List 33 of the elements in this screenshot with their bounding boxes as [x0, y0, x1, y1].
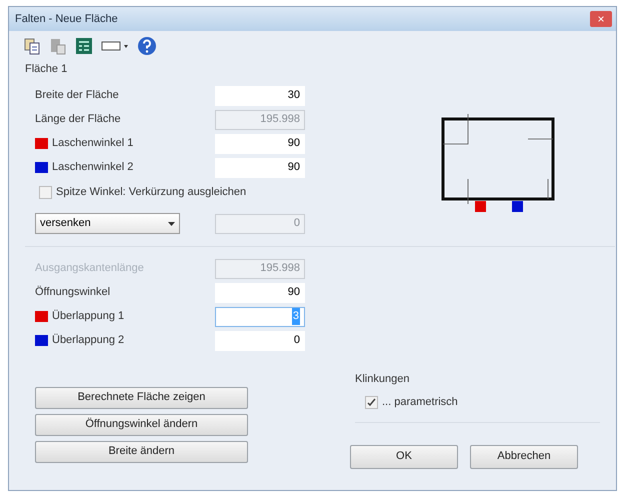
field-label: Überlappung 2: [52, 332, 124, 348]
group-title: Klinkungen: [355, 373, 410, 385]
checkbox-label: Spitze Winkel: Verkürzung ausgleichen: [56, 185, 246, 200]
copy-icon[interactable]: [23, 37, 41, 55]
help-icon[interactable]: [137, 36, 157, 56]
window-title: Falten - Neue Fläche: [15, 12, 118, 27]
number-field[interactable]: 90: [215, 282, 305, 302]
number-field[interactable]: 30: [215, 86, 305, 106]
check-icon: [367, 398, 376, 407]
dialog-button[interactable]: Abbrechen: [470, 444, 578, 468]
dialog-button[interactable]: OK: [350, 444, 458, 468]
field-label: Breite der Fläche: [35, 88, 119, 104]
checkbox[interactable]: [39, 186, 52, 199]
checkbox-label: ... parametrisch: [382, 395, 458, 410]
field-label: Öffnungswinkel: [35, 284, 110, 300]
number-field[interactable]: 90: [215, 158, 305, 178]
frame-dropdown-icon[interactable]: [101, 39, 129, 53]
caret-icon: [168, 222, 175, 226]
section-title: Fläche 1: [25, 62, 68, 77]
action-button[interactable]: Öffnungswinkel ändern: [35, 414, 248, 436]
calculator-icon[interactable]: [75, 37, 93, 55]
mode-dropdown[interactable]: versenken: [35, 213, 180, 234]
action-button[interactable]: Breite ändern: [35, 440, 248, 462]
field-label: Länge der Fläche: [35, 112, 121, 128]
field-label: Laschenwinkel 2: [52, 160, 134, 176]
number-field[interactable]: 90: [215, 134, 305, 154]
field-label: Ausgangskantenlänge: [35, 261, 144, 276]
number-field[interactable]: 0: [215, 330, 305, 350]
checkbox[interactable]: [365, 396, 378, 409]
field-label: Laschenwinkel 1: [52, 136, 134, 152]
action-button[interactable]: Berechnete Fläche zeigen: [35, 386, 248, 408]
close-button[interactable]: ×: [590, 11, 612, 27]
field-label: Überlappung 1: [52, 308, 124, 324]
